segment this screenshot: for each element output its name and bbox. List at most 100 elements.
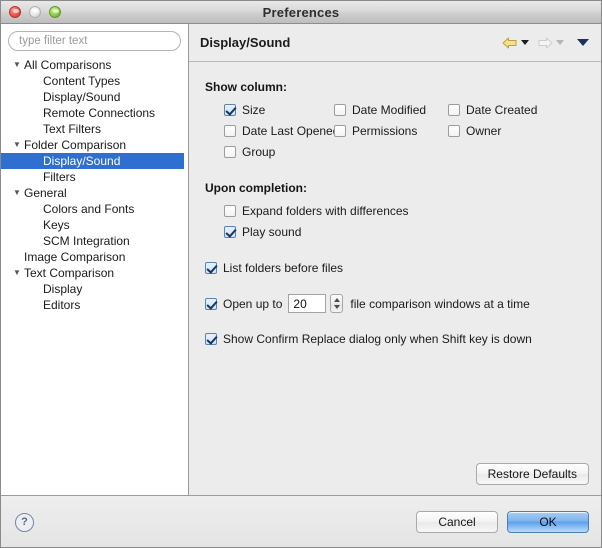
tree-item-label: Editors <box>43 298 81 312</box>
checkbox-label: Show Confirm Replace dialog only when Sh… <box>223 332 532 346</box>
tree-item-scm-integration[interactable]: SCM Integration <box>1 233 188 249</box>
checkbox-date-created[interactable]: Date Created <box>448 103 568 117</box>
forward-dropdown-chevron-down-icon <box>556 40 564 45</box>
checkbox-label: Date Created <box>466 103 538 117</box>
tree-item-editors[interactable]: Editors <box>1 297 188 313</box>
panel-header: Display/Sound <box>189 24 601 62</box>
tree-item-image-comparison[interactable]: Image Comparison <box>1 249 188 265</box>
tree-item-label: Keys <box>43 218 70 232</box>
checkbox-date-last-opened[interactable]: Date Last Opened <box>205 124 339 138</box>
disclosure-triangle-icon[interactable]: ▼ <box>13 141 24 149</box>
back-dropdown-chevron-down-icon[interactable] <box>521 40 529 45</box>
checkbox-show-confirm-replace[interactable]: Show Confirm Replace dialog only when Sh… <box>205 332 601 346</box>
checkbox-box-checked-icon[interactable] <box>224 226 236 238</box>
checkbox-label: Date Modified <box>352 103 427 117</box>
open-up-to-row: Open up to file comparison windows at a … <box>205 294 601 313</box>
zoom-button[interactable] <box>49 6 61 18</box>
tree-item-folder-comparison[interactable]: ▼ Folder Comparison <box>1 137 188 153</box>
tree-item-text-comparison[interactable]: ▼ Text Comparison <box>1 265 188 281</box>
upon-completion-heading: Upon completion: <box>205 181 307 195</box>
panel-body: Show column: Size Date Modified Date Cre… <box>189 62 601 495</box>
cancel-button[interactable]: Cancel <box>416 511 498 533</box>
disclosure-triangle-icon[interactable]: ▼ <box>13 61 24 69</box>
upon-completion-row-2: Play sound <box>205 225 601 239</box>
stepper-up-icon[interactable] <box>333 298 340 302</box>
show-column-row-3: Group <box>205 145 601 159</box>
checkbox-box-checked-icon[interactable] <box>205 333 217 345</box>
checkbox-box-icon[interactable] <box>224 146 236 158</box>
window-controls <box>1 6 61 18</box>
forward-nav-group[interactable] <box>536 35 567 51</box>
checkbox-label: Date Last Opened <box>242 124 340 138</box>
preferences-panel: Display/Sound Show column: Size Date Mod… <box>189 24 601 495</box>
tree-item-all-comparisons[interactable]: ▼ All Comparisons <box>1 57 188 73</box>
restore-defaults-container: Restore Defaults <box>475 463 589 485</box>
back-nav-group[interactable] <box>501 35 532 51</box>
tree-item-display-sound-all[interactable]: Display/Sound <box>1 89 188 105</box>
filter-input[interactable] <box>8 31 181 51</box>
tree-item-label: Content Types <box>43 74 121 88</box>
close-button[interactable] <box>9 6 21 18</box>
checkbox-label: Size <box>242 103 266 117</box>
forward-arrow-icon <box>538 37 553 48</box>
title-bar: Preferences <box>1 1 601 24</box>
help-icon[interactable]: ? <box>15 512 34 532</box>
back-arrow-icon[interactable] <box>501 35 519 51</box>
minimize-button[interactable] <box>29 6 41 18</box>
checkbox-play-sound[interactable]: Play sound <box>205 225 301 239</box>
tree-item-display-sound-folder-selected[interactable]: Display/Sound <box>1 153 184 169</box>
checkbox-group[interactable]: Group <box>205 145 334 159</box>
tree-item-general[interactable]: ▼ General <box>1 185 188 201</box>
tree-item-label: General <box>24 186 67 200</box>
checkbox-owner[interactable]: Owner <box>448 124 568 138</box>
tree-item-remote-connections[interactable]: Remote Connections <box>1 105 188 121</box>
tree-item-label: Image Comparison <box>24 250 126 264</box>
panel-menu-chevron-down-icon[interactable] <box>577 39 589 46</box>
tree-item-label: Remote Connections <box>43 106 156 120</box>
tree-item-content-types[interactable]: Content Types <box>1 73 188 89</box>
checkbox-box-icon[interactable] <box>448 104 460 116</box>
tree-item-filters[interactable]: Filters <box>1 169 188 185</box>
checkbox-box-icon[interactable] <box>224 205 236 217</box>
open-up-to-input[interactable] <box>288 294 327 313</box>
checkbox-box-icon[interactable] <box>334 125 346 137</box>
disclosure-triangle-icon[interactable]: ▼ <box>13 269 24 277</box>
tree-item-label: Colors and Fonts <box>43 202 135 216</box>
checkbox-expand-folders-with-differences[interactable]: Expand folders with differences <box>205 204 409 218</box>
restore-defaults-button[interactable]: Restore Defaults <box>475 463 589 485</box>
upon-completion-group: Expand folders with differences Play sou… <box>205 204 601 239</box>
show-column-row-2: Date Last Opened Permissions Owner <box>205 124 601 138</box>
checkbox-box-checked-icon[interactable] <box>205 262 217 274</box>
tree-item-label: Folder Comparison <box>24 138 127 152</box>
checkbox-list-folders-before-files[interactable]: List folders before files <box>205 261 601 275</box>
checkbox-size[interactable]: Size <box>205 103 334 117</box>
checkbox-box-icon[interactable] <box>224 125 236 137</box>
checkbox-box-icon[interactable] <box>334 104 346 116</box>
tree-item-label: Filters <box>43 170 76 184</box>
tree-item-display[interactable]: Display <box>1 281 188 297</box>
checkbox-box-icon[interactable] <box>448 125 460 137</box>
show-column-grid: Size Date Modified Date Created Date Las… <box>205 103 601 159</box>
show-column-row-1: Size Date Modified Date Created <box>205 103 601 117</box>
tree-item-keys[interactable]: Keys <box>1 217 188 233</box>
tree-item-label: All Comparisons <box>24 58 112 72</box>
disclosure-triangle-icon[interactable]: ▼ <box>13 189 24 197</box>
ok-button[interactable]: OK <box>507 511 589 533</box>
checkbox-permissions[interactable]: Permissions <box>334 124 448 138</box>
section-spacer-2 <box>189 246 601 261</box>
open-up-to-stepper[interactable] <box>330 294 344 313</box>
open-up-to-suffix-label: file comparison windows at a time <box>350 296 530 311</box>
tree-item-label: Text Comparison <box>24 266 115 280</box>
tree-item-colors-and-fonts[interactable]: Colors and Fonts <box>1 201 188 217</box>
checkbox-label: Play sound <box>242 225 302 239</box>
checkbox-box-checked-icon[interactable] <box>224 104 236 116</box>
panel-toolbar <box>501 35 592 51</box>
stepper-down-icon[interactable] <box>333 305 340 309</box>
tree-item-text-filters[interactable]: Text Filters <box>1 121 188 137</box>
footer-buttons: Cancel OK <box>416 511 589 533</box>
checkbox-date-modified[interactable]: Date Modified <box>334 103 448 117</box>
checkbox-label: Owner <box>466 124 502 138</box>
checkbox-label: List folders before files <box>223 261 344 275</box>
upon-completion-row-1: Expand folders with differences <box>205 204 601 218</box>
checkbox-open-up-to[interactable] <box>205 297 217 310</box>
